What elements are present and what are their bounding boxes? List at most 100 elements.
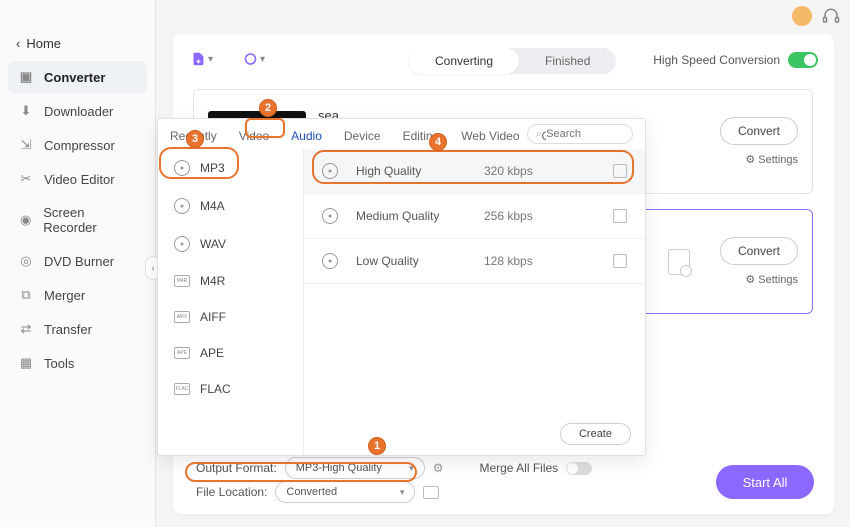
- format-flac[interactable]: FLACFLAC: [158, 371, 303, 407]
- sidebar-item-merger[interactable]: ⧉ Merger: [8, 279, 147, 311]
- output-format-select[interactable]: MP3-High Quality ▾: [285, 457, 425, 479]
- convert-button[interactable]: Convert: [720, 237, 798, 265]
- format-wav[interactable]: WAV: [158, 225, 303, 263]
- tab-device[interactable]: Device: [342, 125, 383, 147]
- sidebar: ‹ Home ▣ Converter ⬇ Downloader ⇲ Compre…: [0, 0, 156, 527]
- output-format-label: Output Format:: [196, 461, 277, 475]
- settings-label: Settings: [758, 274, 798, 286]
- format-aiff[interactable]: AIFF AIFF: [158, 299, 303, 335]
- hsc-toggle[interactable]: [788, 52, 818, 68]
- high-speed-row: High Speed Conversion: [653, 52, 818, 68]
- quality-high[interactable]: High Quality 320 kbps: [304, 149, 645, 194]
- format-label: AIFF: [200, 310, 226, 324]
- sidebar-item-label: Compressor: [44, 138, 115, 153]
- audio-icon: [174, 236, 190, 252]
- chevron-left-icon: ‹: [16, 36, 20, 51]
- edit-icon[interactable]: [613, 254, 627, 268]
- chevron-down-icon: ▾: [409, 463, 414, 474]
- file-icon: APE: [174, 347, 190, 359]
- gear-icon: ⚙: [745, 273, 755, 286]
- converter-icon: ▣: [18, 69, 34, 85]
- avatar[interactable]: [792, 6, 812, 26]
- output-format-value: MP3-High Quality: [296, 462, 382, 474]
- merge-label: Merge All Files: [479, 461, 558, 475]
- popup-tabs: Recently Video Audio Device Editing Web …: [168, 125, 585, 147]
- step-badge-1: 1: [368, 437, 386, 455]
- format-popup: Recently Video Audio Device Editing Web …: [157, 118, 646, 456]
- tab-finished[interactable]: Finished: [519, 48, 616, 74]
- search-input[interactable]: [546, 128, 616, 140]
- add-url-button[interactable]: ▾: [243, 48, 265, 70]
- sidebar-item-downloader[interactable]: ⬇ Downloader: [8, 95, 147, 127]
- quality-medium[interactable]: Medium Quality 256 kbps: [304, 194, 645, 239]
- add-file-button[interactable]: ▾: [191, 48, 213, 70]
- sidebar-item-label: Tools: [44, 356, 74, 371]
- convert-button[interactable]: Convert: [720, 117, 798, 145]
- tab-converting[interactable]: Converting: [409, 48, 519, 74]
- quality-low[interactable]: Low Quality 128 kbps: [304, 239, 645, 284]
- merge-icon: ⧉: [18, 287, 34, 303]
- sidebar-item-label: Converter: [44, 70, 105, 85]
- tab-webvideo[interactable]: Web Video: [459, 125, 521, 147]
- chevron-down-icon: ▾: [208, 54, 213, 65]
- file-location-label: File Location:: [196, 485, 267, 499]
- edit-icon[interactable]: [613, 164, 627, 178]
- step-badge-4: 4: [429, 133, 447, 151]
- output-format-row: Output Format: MP3-High Quality ▾ ⚙ Merg…: [196, 457, 806, 479]
- search-icon: ⌕: [536, 128, 542, 141]
- popup-search[interactable]: ⌕: [527, 124, 633, 144]
- transfer-icon: ⇄: [18, 321, 34, 337]
- merge-toggle[interactable]: [566, 462, 592, 475]
- quality-list: High Quality 320 kbps Medium Quality 256…: [304, 149, 645, 417]
- audio-icon: [322, 208, 338, 224]
- file-icon: AIFF: [174, 311, 190, 323]
- audio-icon: [174, 160, 190, 176]
- sidebar-item-label: Screen Recorder: [43, 205, 137, 235]
- sidebar-item-converter[interactable]: ▣ Converter: [8, 61, 147, 93]
- output-format-icon[interactable]: [668, 249, 690, 275]
- format-ape[interactable]: APEAPE: [158, 335, 303, 371]
- audio-icon: [174, 198, 190, 214]
- top-tools: ▾ ▾: [191, 48, 265, 70]
- sidebar-item-compressor[interactable]: ⇲ Compressor: [8, 129, 147, 161]
- format-m4r[interactable]: M4R M4R: [158, 263, 303, 299]
- settings-link[interactable]: ⚙ Settings: [745, 153, 798, 166]
- sidebar-item-video-editor[interactable]: ✂ Video Editor: [8, 163, 147, 195]
- sidebar-item-tools[interactable]: ▦ Tools: [8, 347, 147, 379]
- support-icon[interactable]: [822, 7, 840, 25]
- format-m4a[interactable]: M4A: [158, 187, 303, 225]
- tab-audio[interactable]: Audio: [289, 125, 324, 147]
- file-location-select[interactable]: Converted ▾: [275, 481, 415, 503]
- settings-link[interactable]: ⚙ Settings: [745, 273, 798, 286]
- format-label: M4A: [200, 199, 225, 213]
- format-list: MP3 M4A WAV M4R M4R AIFF AIFF APEAPE FLACF…: [158, 149, 304, 455]
- quality-bitrate: 128 kbps: [484, 254, 533, 268]
- batch-settings-icon[interactable]: ⚙: [433, 461, 444, 475]
- tab-video[interactable]: Video: [237, 125, 271, 147]
- home-label: Home: [26, 36, 61, 51]
- chevron-down-icon: ▾: [400, 487, 405, 498]
- open-folder-icon[interactable]: [423, 486, 439, 499]
- quality-bitrate: 256 kbps: [484, 209, 533, 223]
- home-link[interactable]: ‹ Home: [0, 28, 155, 59]
- edit-icon[interactable]: [613, 209, 627, 223]
- format-mp3[interactable]: MP3: [158, 149, 303, 187]
- sidebar-item-screen-recorder[interactable]: ◉ Screen Recorder: [8, 197, 147, 243]
- file-location-value: Converted: [286, 486, 337, 498]
- chevron-down-icon: ▾: [260, 54, 265, 65]
- download-icon: ⬇: [18, 103, 34, 119]
- step-badge-3: 3: [186, 130, 204, 148]
- gear-icon: ⚙: [745, 153, 755, 166]
- audio-icon: [322, 163, 338, 179]
- file-icon: M4R: [174, 275, 190, 287]
- sidebar-item-dvd-burner[interactable]: ◎ DVD Burner: [8, 245, 147, 277]
- format-label: FLAC: [200, 382, 231, 396]
- quality-name: High Quality: [356, 164, 466, 178]
- start-all-button[interactable]: Start All: [716, 465, 814, 499]
- sidebar-item-label: Video Editor: [44, 172, 115, 187]
- quality-bitrate: 320 kbps: [484, 164, 533, 178]
- sidebar-item-transfer[interactable]: ⇄ Transfer: [8, 313, 147, 345]
- create-button[interactable]: Create: [560, 423, 631, 445]
- format-label: WAV: [200, 237, 226, 251]
- format-label: M4R: [200, 274, 225, 288]
